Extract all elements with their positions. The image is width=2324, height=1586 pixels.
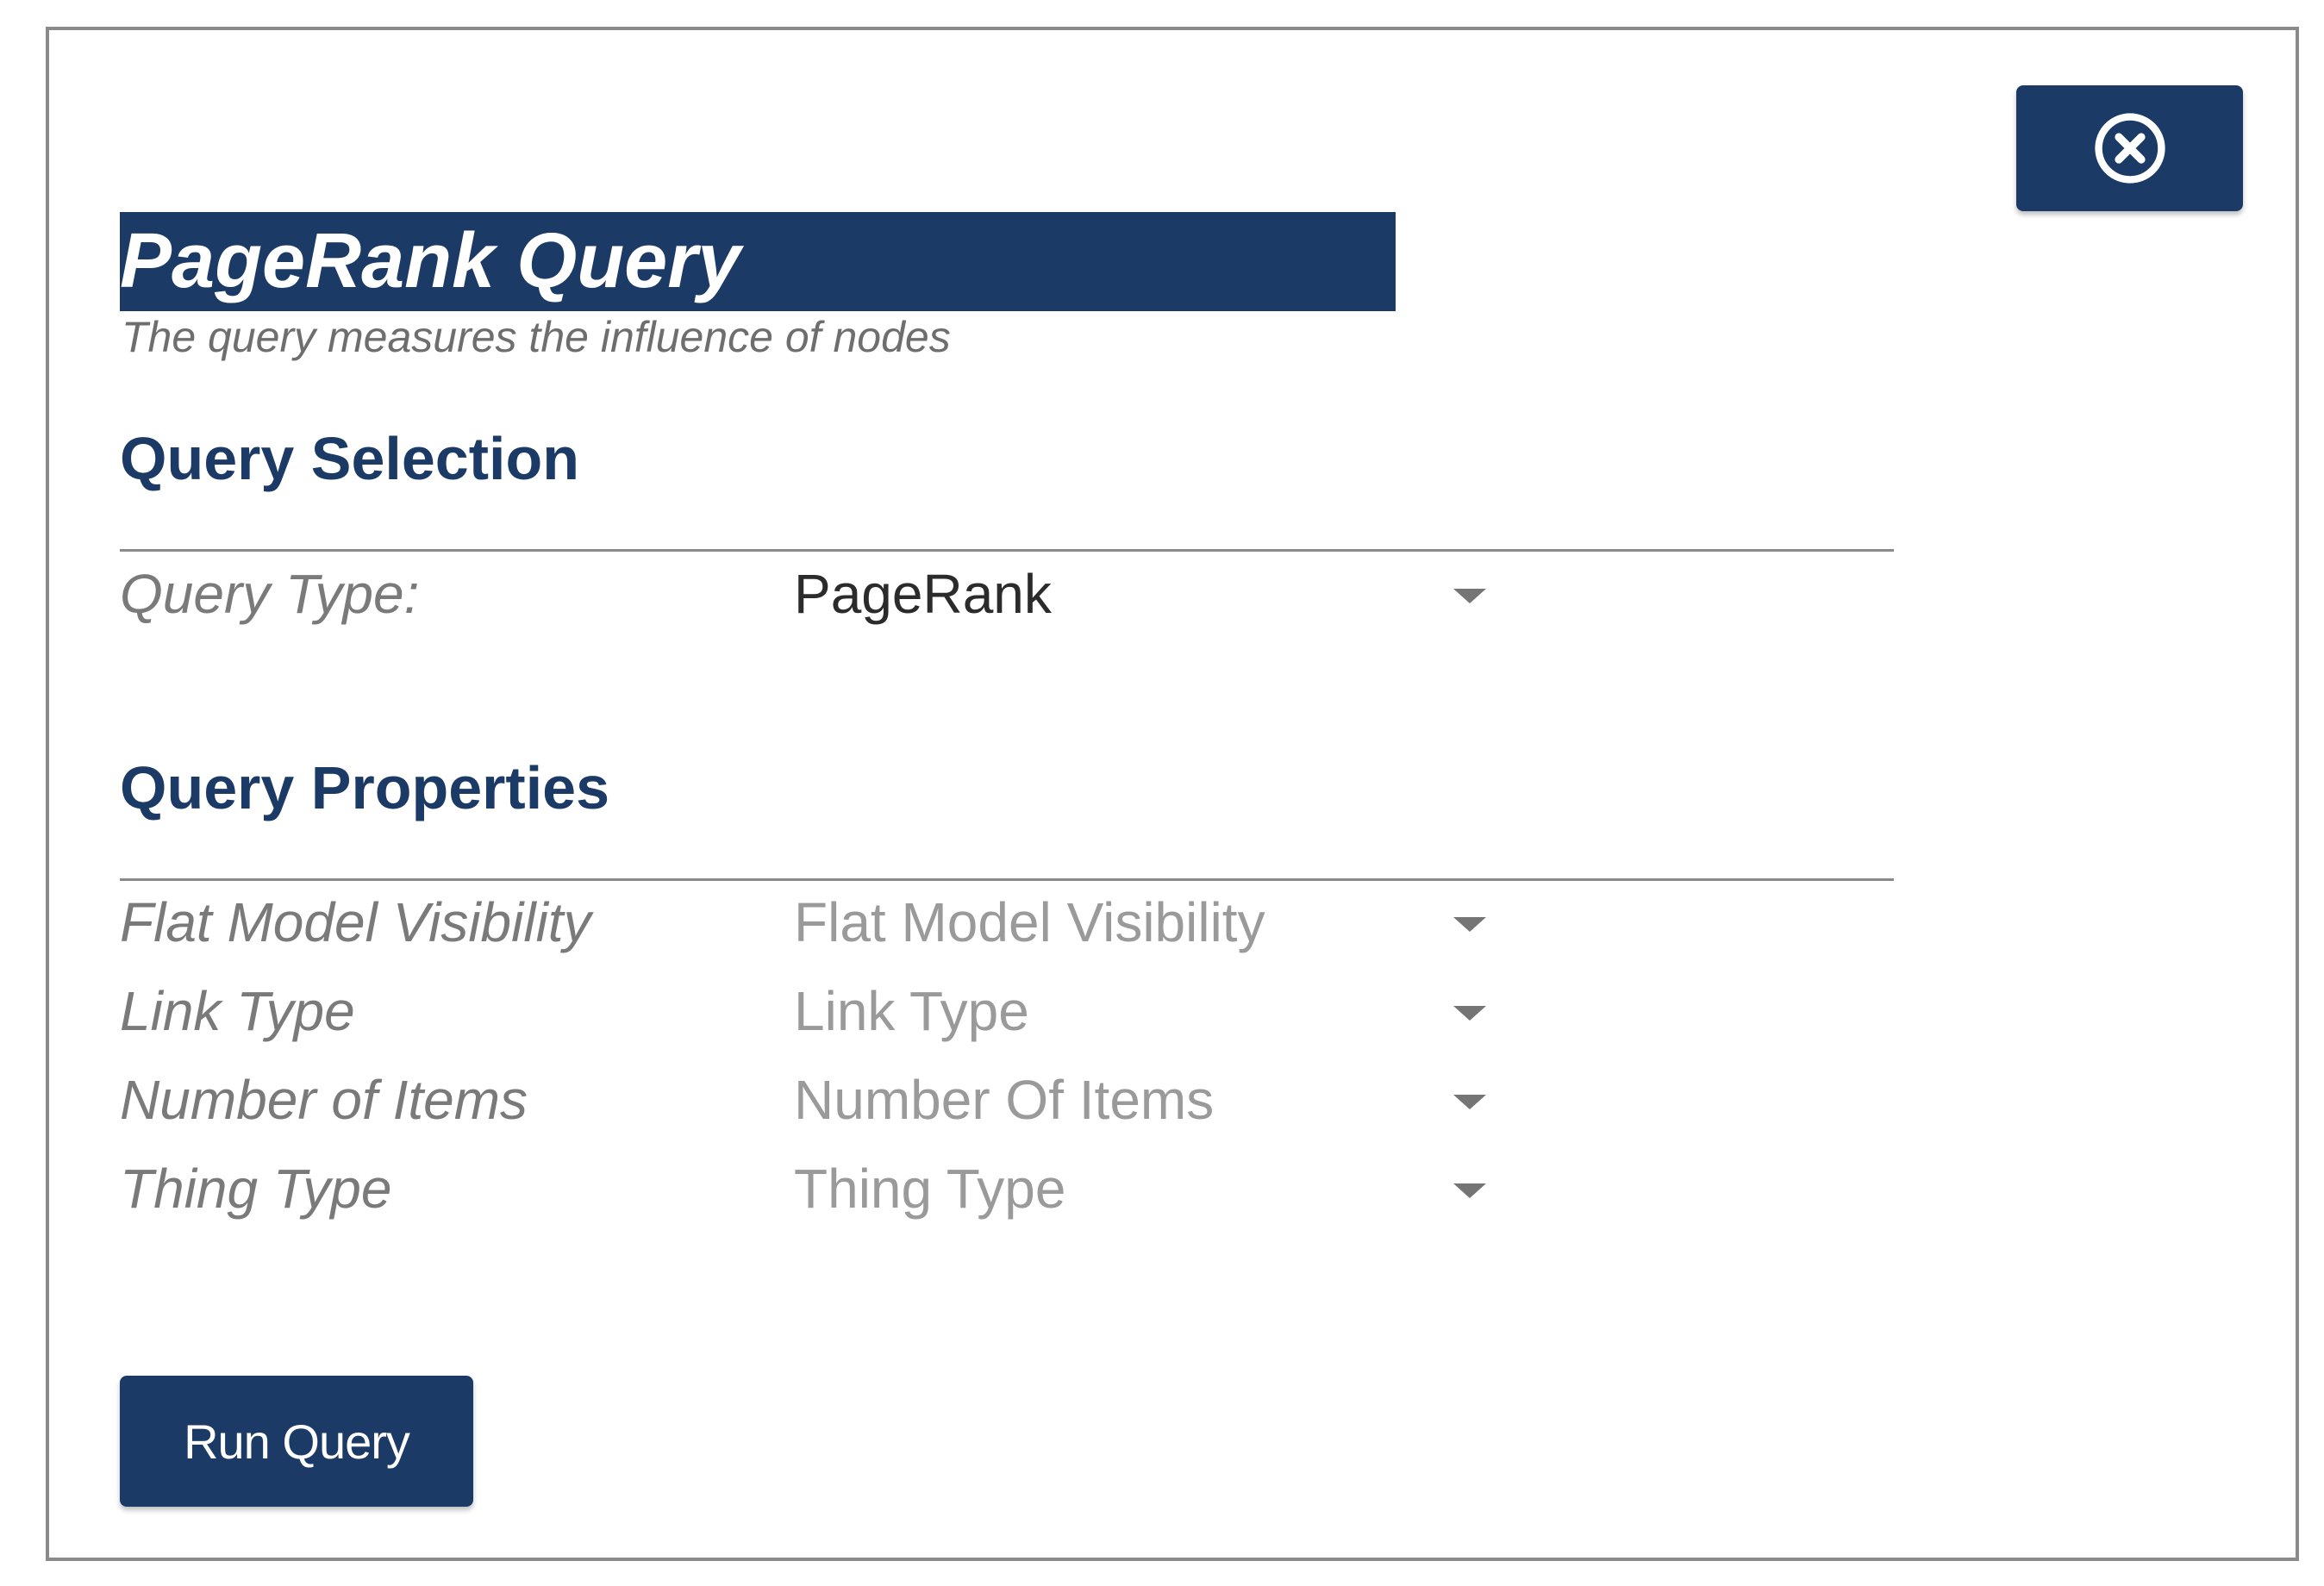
flat-model-visibility-label: Flat Model Visibility bbox=[120, 891, 591, 953]
query-type-value: PageRank bbox=[794, 563, 1052, 625]
thing-type-placeholder: Thing Type bbox=[794, 1158, 1066, 1220]
section-divider bbox=[120, 549, 1894, 552]
link-type-placeholder: Link Type bbox=[794, 980, 1029, 1042]
dialog-title: PageRank Query bbox=[120, 218, 741, 304]
close-circle-icon bbox=[2094, 113, 2165, 184]
chevron-down-icon bbox=[1453, 1183, 1486, 1198]
section-heading-query-properties: Query Properties bbox=[120, 754, 609, 821]
close-button[interactable] bbox=[2016, 85, 2243, 211]
number-of-items-placeholder: Number Of Items bbox=[794, 1069, 1215, 1131]
thing-type-label: Thing Type bbox=[120, 1158, 392, 1220]
chevron-down-icon bbox=[1453, 917, 1486, 932]
section-divider bbox=[120, 878, 1894, 881]
section-heading-query-selection: Query Selection bbox=[120, 425, 579, 492]
chevron-down-icon bbox=[1453, 1095, 1486, 1109]
chevron-down-icon bbox=[1453, 1006, 1486, 1021]
flat-model-visibility-placeholder: Flat Model Visibility bbox=[794, 891, 1265, 953]
query-type-label: Query Type: bbox=[120, 563, 420, 625]
number-of-items-label: Number of Items bbox=[120, 1069, 528, 1131]
dialog-subtitle: The query measures the influence of node… bbox=[122, 313, 951, 361]
link-type-label: Link Type bbox=[120, 980, 355, 1042]
chevron-down-icon bbox=[1453, 589, 1486, 603]
run-query-button[interactable]: Run Query bbox=[120, 1376, 473, 1507]
